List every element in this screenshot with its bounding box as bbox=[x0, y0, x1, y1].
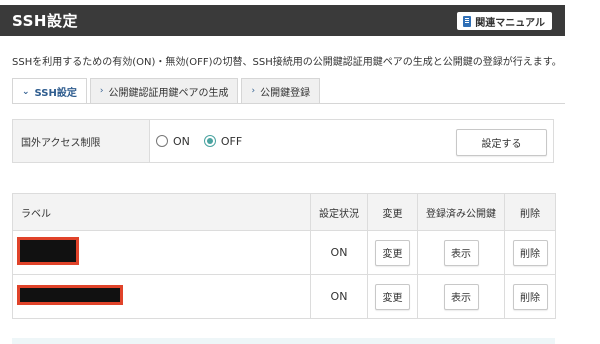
page-description: SSHを利用するための有効(ON)・無効(OFF)の切替、SSH接続用の公開鍵認… bbox=[12, 57, 562, 68]
access-radio-group: ON OFF bbox=[150, 120, 242, 162]
redacted-label bbox=[17, 237, 79, 265]
radio-off[interactable]: OFF bbox=[203, 134, 243, 148]
tab-label: SSH設定 bbox=[34, 88, 77, 99]
column-header-registered-key: 登録済み公開鍵 bbox=[417, 193, 505, 231]
tab-generate-keypair[interactable]: › 公開鍵認証用鍵ペアの生成 bbox=[89, 78, 239, 103]
radio-on[interactable]: ON bbox=[156, 135, 190, 148]
chevron-right-icon: › bbox=[99, 86, 104, 96]
tab-divider bbox=[12, 103, 565, 104]
show-cell: 表示 bbox=[417, 230, 505, 275]
delete-cell: 削除 bbox=[504, 274, 556, 319]
foreign-access-label: 国外アクセス制限 bbox=[13, 120, 150, 162]
redacted-label bbox=[17, 285, 123, 305]
show-cell: 表示 bbox=[417, 274, 505, 319]
foreign-access-restriction-panel: 国外アクセス制限 ON OFF 設定する bbox=[12, 119, 554, 163]
apply-setting-button[interactable]: 設定する bbox=[456, 129, 547, 156]
tab-label: 公開鍵登録 bbox=[260, 87, 311, 99]
tab-label: 公開鍵認証用鍵ペアの生成 bbox=[108, 87, 229, 99]
bottom-strip bbox=[12, 338, 555, 344]
change-cell: 変更 bbox=[367, 274, 418, 319]
change-button[interactable]: 変更 bbox=[375, 239, 410, 266]
show-public-key-button[interactable]: 表示 bbox=[443, 239, 479, 266]
column-header-delete: 削除 bbox=[504, 193, 556, 231]
show-public-key-button[interactable]: 表示 bbox=[443, 283, 479, 310]
book-icon bbox=[463, 15, 472, 27]
delete-button[interactable]: 削除 bbox=[512, 283, 548, 310]
delete-button[interactable]: 削除 bbox=[512, 239, 548, 266]
column-header-label: ラベル bbox=[12, 193, 311, 231]
delete-cell: 削除 bbox=[504, 230, 556, 275]
column-header-status: 設定状況 bbox=[310, 193, 368, 231]
related-manual-button[interactable]: 関連マニュアル bbox=[457, 12, 552, 30]
radio-off-circle[interactable] bbox=[203, 135, 216, 147]
page-title: SSH設定 bbox=[12, 12, 78, 30]
status-cell: ON bbox=[310, 274, 368, 319]
status-cell: ON bbox=[310, 230, 368, 275]
radio-on-label: ON bbox=[173, 134, 190, 148]
related-manual-label: 関連マニュアル bbox=[475, 17, 545, 29]
radio-off-label: OFF bbox=[220, 134, 243, 148]
change-button[interactable]: 変更 bbox=[375, 283, 410, 310]
chevron-right-icon: › bbox=[251, 86, 256, 96]
table-row: ON 変更 表示 削除 bbox=[12, 230, 556, 275]
tab-register-public-key[interactable]: › 公開鍵登録 bbox=[241, 78, 321, 103]
key-label-cell bbox=[12, 274, 311, 319]
page-header: SSH設定 関連マニュアル bbox=[0, 5, 565, 36]
ssh-keys-table: ラベル 設定状況 変更 登録済み公開鍵 削除 ON 変更 表示 削除 ON 変更… bbox=[12, 193, 556, 319]
table-row: ON 変更 表示 削除 bbox=[12, 274, 556, 319]
key-label-cell bbox=[12, 230, 311, 275]
chevron-down-icon: ⌄ bbox=[22, 86, 30, 97]
tab-bar: ⌄ SSH設定 › 公開鍵認証用鍵ペアの生成 › 公開鍵登録 bbox=[12, 78, 321, 104]
change-cell: 変更 bbox=[367, 230, 418, 275]
tab-ssh-settings[interactable]: ⌄ SSH設定 bbox=[12, 78, 87, 104]
radio-on-circle[interactable] bbox=[156, 135, 168, 147]
table-header-row: ラベル 設定状況 変更 登録済み公開鍵 削除 bbox=[12, 193, 556, 231]
column-header-change: 変更 bbox=[367, 193, 418, 231]
